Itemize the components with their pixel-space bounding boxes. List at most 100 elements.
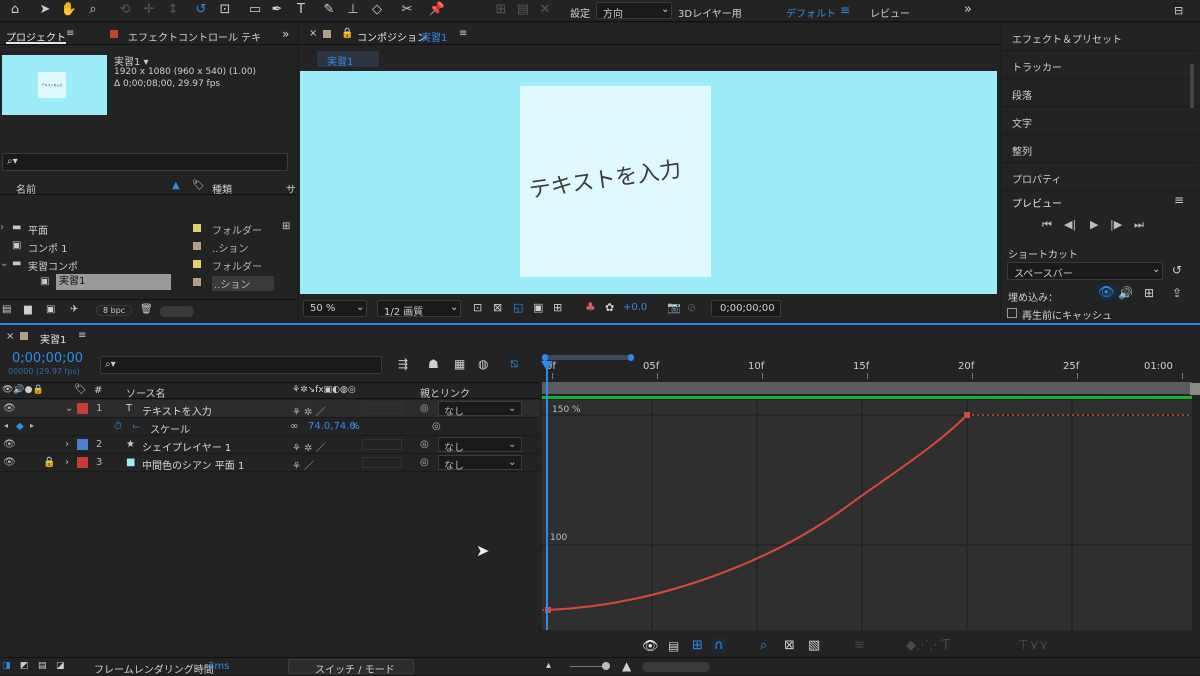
shy-layers-icon[interactable]: ☗ [428,357,439,371]
frame-blending-icon[interactable]: ▦ [454,357,465,371]
rotate-tool-icon[interactable]: ↺ [192,2,210,17]
new-comp-icon[interactable]: ▣ [46,304,55,315]
column-name[interactable]: 名前 [16,181,36,196]
project-item[interactable]: ⌄ ▬ 実習コンポ フォルダー [0,255,280,273]
graph-editor-icon[interactable]: ⧅ [510,356,518,371]
selection-tool-icon[interactable]: ➤ [36,2,54,17]
home-icon[interactable]: ⌂ [6,2,24,17]
column-type[interactable]: 種類 [212,181,232,196]
preview-title[interactable]: プレビュー [1012,195,1062,210]
expand-icon[interactable]: › [65,439,69,450]
dolly-tool-icon[interactable]: ↕ [164,2,182,17]
eye-icon[interactable]: 👁 [642,639,659,654]
snap-icon[interactable]: ⊞ [492,2,510,17]
layer-row[interactable]: 👁 🔒 › 3 ■ 中間色のシアン 平面 1 ⚘ ／ ◎ なし ⌄ [0,454,540,472]
timeline-end-marker[interactable] [1190,383,1200,395]
expand-icon[interactable]: › [65,457,69,468]
flowchart-icon[interactable]: ⊞ [282,221,290,232]
search-help-icon[interactable]: ⊟ [1174,4,1183,17]
expand-icon[interactable]: » [964,2,972,17]
fit-selection-icon[interactable]: ⌕ [760,638,767,653]
comp-name[interactable]: 実習1 ▾ [114,53,149,68]
transform-box-icon[interactable]: ⊞ [692,638,703,653]
right-panel-item[interactable]: トラッカー [1002,51,1198,79]
exposure-value[interactable]: +0.0 [623,302,647,313]
move-tool-icon[interactable]: ✛ [140,2,158,17]
pick-whip-icon[interactable]: ◎ [432,421,441,432]
keyframe-prev-icon[interactable]: ◂ [4,421,8,430]
keyframe-add-icon[interactable]: ◆ [16,421,24,432]
roto-brush-icon[interactable]: ✂ [398,2,416,17]
safe-margins-icon[interactable]: ▣ [533,301,543,314]
transfer-controls-icon[interactable]: ◩ [20,661,29,671]
scale-value[interactable]: 74.0,74.0 [308,421,356,432]
bpc-toggle[interactable]: 8 bpc [96,305,133,316]
reset-icon[interactable]: ↺ [1172,263,1182,277]
project-item[interactable]: ▣ コンポ 1 ..ション [0,237,280,255]
cache-checkbox[interactable] [1007,308,1017,318]
puppet-pin-icon[interactable]: 📌 [428,2,446,17]
align-icon[interactable]: ✕ [536,2,554,17]
project-item[interactable]: ▣ 実習1 ..ション [0,273,280,291]
workspace-default[interactable]: デフォルト [786,5,836,20]
work-area-end[interactable] [628,354,634,361]
new-folder-icon[interactable]: ▆ [24,304,32,315]
comp-breadcrumb[interactable]: 実習1 [317,51,379,68]
fit-all-icon[interactable]: ⊠ [784,638,795,653]
switch-mode-button[interactable]: スイッチ / モード [288,659,414,676]
expand-icon[interactable]: › [0,222,4,233]
comp-duration-bar[interactable] [542,382,1192,394]
stopwatch-icon[interactable]: ⏱ [114,421,122,432]
link-icon[interactable]: ∞ [290,421,298,432]
exposure-reset-icon[interactable]: ✿ [605,301,614,314]
lock-icon[interactable]: 🔒 [341,28,353,39]
tab-composition[interactable]: コンポジション [357,29,427,44]
layer-switches-icon[interactable]: ⚘ ✲ ／ [292,439,326,454]
keyframe-next-icon[interactable]: ▸ [30,421,34,430]
brush-tool-icon[interactable]: ✎ [320,2,338,17]
scrollbar[interactable] [160,306,194,317]
export-icon[interactable]: ⇪ [1172,286,1182,300]
region-of-interest-icon[interactable]: ⊞ [553,301,562,314]
show-snapshot-icon[interactable]: ⊘ [687,301,696,314]
hamburger-icon[interactable]: ≡ [840,3,850,17]
eye-icon[interactable]: 👁 [1096,285,1117,300]
render-queue-icon[interactable]: ✈ [70,304,78,315]
zoom-tool-icon[interactable]: ⌕ [84,2,102,17]
separate-dimensions-icon[interactable]: ▧ [808,638,820,653]
render-time-icon[interactable]: ◪ [56,661,65,671]
layer-name[interactable]: テキストを入力 [142,403,212,418]
hamburger-icon[interactable]: ≡ [1174,193,1184,207]
zoom-in-icon[interactable]: ▲ [622,659,631,673]
timeline-timecode[interactable]: 0;00;00;00 [12,351,83,366]
zoom-select[interactable]: 50 % ⌄ [303,300,367,317]
scrollbar[interactable] [1190,64,1194,108]
hamburger-icon[interactable]: ≡ [78,330,86,341]
eye-icon[interactable]: 👁 [3,403,16,414]
fast-preview-icon[interactable]: ⊡ [473,301,482,314]
layer-switches-toggle-icon[interactable]: ◨ [2,661,11,671]
tab-timeline[interactable]: 実習1 [40,331,66,346]
previous-frame-icon[interactable]: ◀| [1064,218,1076,231]
hamburger-icon[interactable]: ≡ [459,28,467,39]
right-panel-item[interactable]: 文字 [1002,107,1198,135]
scale-property-row[interactable]: ◂ ◆ ▸ ⏱ ⌙ スケール ∞ 74.0,74.0% ◎ [0,418,540,436]
timeline-search-input[interactable]: ⌕▾ [100,356,382,374]
eye-icon[interactable]: 👁 [3,439,16,450]
workspace-review[interactable]: レビュー [870,5,910,20]
layer-switches-icon[interactable]: ⚘ ✲ ／ [292,403,326,418]
keyframe-type-icon[interactable]: ◆⋰⋰Ƭ [906,638,950,653]
mask-visibility-icon[interactable]: ◱ [513,301,523,314]
playhead[interactable] [541,361,553,371]
sort-ascending-icon[interactable]: ▲ [172,180,180,191]
playhead-line[interactable] [546,365,548,630]
work-area-start[interactable] [542,354,548,361]
layer-row[interactable]: 👁 ⌄ 1 T テキストを入力 ⚘ ✲ ／ ◎ なし ⌄ [0,400,540,418]
direction-select[interactable]: 方向 ⌄ [596,2,672,20]
last-frame-icon[interactable]: ⏭ [1134,218,1144,232]
transparency-grid-icon[interactable]: ⊠ [493,301,502,314]
right-panel-item[interactable]: 整列 [1002,135,1198,163]
work-area-bar[interactable] [544,355,632,360]
audio-icon[interactable]: 🔊 [1118,286,1133,300]
first-frame-icon[interactable]: ⏮ [1042,218,1052,232]
